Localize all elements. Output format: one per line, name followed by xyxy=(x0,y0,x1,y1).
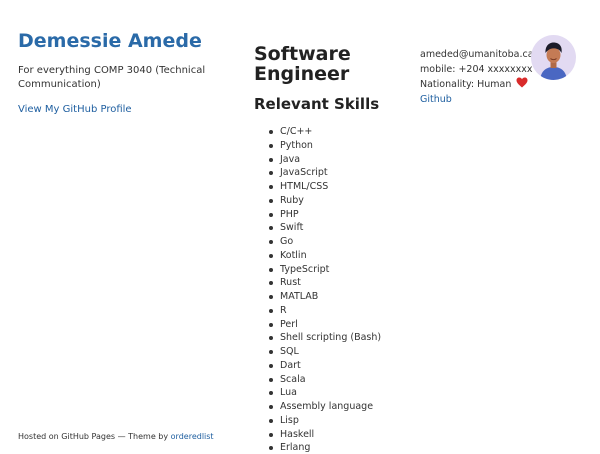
skill-item: Rust xyxy=(268,276,381,290)
theme-link[interactable]: orderedlist xyxy=(171,432,214,441)
footer-hosted-text: Hosted on GitHub Pages — Theme by xyxy=(18,432,171,441)
skill-item: Swift xyxy=(268,221,381,235)
skill-item: Lisp xyxy=(268,414,381,428)
site-description: For everything COMP 3040 (Technical Comm… xyxy=(18,65,206,90)
skill-item: R xyxy=(268,304,381,318)
skill-item: HTML/CSS xyxy=(268,180,381,194)
skill-item: Java xyxy=(268,153,381,167)
skills-list: C/C++ Python Java JavaScript HTML/CSS Ruby PHP… xyxy=(268,125,382,454)
skill-item: Assembly language xyxy=(268,400,381,414)
page: Demessie Amede For everything COMP 3040 … xyxy=(0,0,600,454)
contact-mobile: mobile: +204 xxxxxxxx xyxy=(420,63,533,75)
skill-item: Erlang xyxy=(268,441,381,454)
skill-item: JavaScript xyxy=(268,166,381,180)
skill-item: Scala xyxy=(268,373,381,387)
site-title[interactable]: Demessie Amede xyxy=(18,30,202,52)
skill-item: Ruby xyxy=(268,194,381,208)
skill-item: Lua xyxy=(268,386,381,400)
person-avatar-icon xyxy=(540,42,567,80)
skill-item: Perl xyxy=(268,318,381,332)
nationality-text: Nationality: Human xyxy=(420,79,512,90)
footer: Hosted on GitHub Pages — Theme by ordere… xyxy=(18,432,214,441)
skills-heading: Relevant Skills xyxy=(254,95,380,113)
page-title: Software Engineer xyxy=(254,43,351,85)
skill-item: SQL xyxy=(268,345,381,359)
skill-item: Kotlin xyxy=(268,249,381,263)
contact-email: ameded@umanitoba.ca xyxy=(420,49,534,60)
skill-item: Dart xyxy=(268,359,381,373)
red-heart-icon xyxy=(516,77,528,88)
skill-item: MATLAB xyxy=(268,290,381,304)
contact-info: ameded@umanitoba.ca mobile: +204 xxxxxxx… xyxy=(420,48,534,107)
skill-item: Python xyxy=(268,139,381,153)
skill-item: C/C++ xyxy=(268,125,381,139)
skill-item: Go xyxy=(268,235,381,249)
contact-github-link[interactable]: Github xyxy=(420,94,452,105)
skill-item: PHP xyxy=(268,208,381,222)
skill-item: TypeScript xyxy=(268,263,381,277)
github-profile-link[interactable]: View My GitHub Profile xyxy=(18,104,132,115)
avatar xyxy=(531,35,576,80)
skill-item: Haskell xyxy=(268,428,381,442)
contact-nationality: Nationality: Human xyxy=(420,77,534,93)
skill-item: Shell scripting (Bash) xyxy=(268,332,382,344)
